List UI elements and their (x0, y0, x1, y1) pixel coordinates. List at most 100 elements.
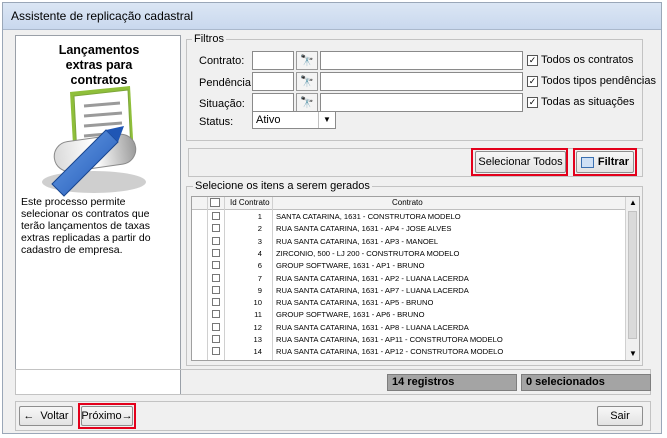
binoculars-icon: 🔭 (300, 55, 314, 67)
cell-id: 11 (254, 310, 262, 320)
filtrar-highlight (573, 148, 637, 176)
cell-id: 13 (253, 335, 262, 344)
table-row[interactable]: 7 RUA SANTA CATARINA, 1631 - AP2 - LUANA … (192, 272, 625, 284)
cell-id: 14 (253, 347, 262, 357)
assistant-window: Assistente de replicação cadastral Lança… (2, 2, 662, 434)
cell-id: 1 (257, 212, 262, 221)
cell-id: 9 (257, 285, 262, 295)
voltar-button-label: Voltar (40, 410, 69, 422)
row-checkbox[interactable] (212, 347, 220, 356)
cell-id: 3 (257, 236, 262, 246)
todos-pendencias-label: Todos tipos pendências (541, 75, 656, 87)
window-title: Assistente de replicação cadastral (11, 9, 194, 23)
voltar-button[interactable]: ← Voltar (19, 406, 73, 426)
row-checkbox[interactable] (212, 236, 220, 245)
todas-situacoes-label: Todas as situações (541, 96, 635, 108)
sair-button[interactable]: Sair (597, 406, 643, 426)
row-checkbox[interactable] (212, 212, 220, 220)
row-checkbox[interactable] (212, 285, 220, 294)
chevron-down-icon: ▼ (318, 112, 335, 128)
arrow-left-icon: ← (23, 410, 35, 422)
table-row[interactable]: 10 RUA SANTA CATARINA, 1631 - AP5 - BRUNO (192, 296, 625, 308)
items-group-label: Selecione os itens a serem gerados (193, 180, 372, 192)
cell-contrato: RUA SANTA CATARINA, 1631 - AP7 - LUANA L… (276, 285, 469, 295)
row-checkbox[interactable] (212, 359, 220, 360)
row-checkbox[interactable] (212, 248, 220, 257)
cell-contrato: GROUP SOFTWARE, 1631 - AP1 - BRUNO (276, 261, 425, 271)
cell-id: 12 (253, 322, 262, 332)
situacao-label: Situação: (199, 98, 245, 110)
contracts-grid[interactable]: Id Contrato Contrato 1 SANTA CATARINA, 16… (191, 196, 640, 361)
panel-description: Este processo permite selecionar os cont… (21, 196, 151, 256)
cell-id: 6 (257, 261, 262, 271)
column-header-id[interactable]: Id Contrato (230, 198, 270, 207)
scroll-thumb[interactable] (628, 211, 637, 339)
todas-situacoes-checkbox[interactable]: ✓ (527, 97, 538, 108)
binoculars-icon: 🔭 (300, 97, 314, 109)
pendencia-search-button[interactable]: 🔭 (296, 72, 318, 91)
contrato-desc-input[interactable] (320, 51, 523, 70)
left-info-panel: Lançamentos extras para contratos Este p… (15, 35, 181, 395)
cell-contrato: RUA SANTA CATARINA, 1631 - AP2 - LUANA L… (276, 273, 469, 283)
scroll-down-icon[interactable]: ▼ (626, 348, 639, 360)
cell-id: 7 (257, 273, 262, 283)
row-checkbox[interactable] (212, 298, 220, 307)
contrato-code-input[interactable] (252, 51, 294, 70)
todos-contratos-label: Todos os contratos (541, 54, 634, 66)
status-select[interactable]: Ativo ▼ (252, 111, 336, 129)
cell-id: 15 (226, 360, 262, 361)
scroll-up-icon[interactable]: ▲ (626, 197, 639, 209)
cell-contrato: SANTA CATARINA, 1631 - CONSTRUTORA MODEL… (276, 212, 461, 221)
selecionados-count: 0 selecionados (521, 374, 651, 391)
situacao-code-input[interactable] (252, 93, 294, 112)
cell-contrato: ZIRCONIO, 500 - LJ 200 - CONSTRUTORA MOD… (276, 248, 460, 258)
contrato-search-button[interactable]: 🔭 (296, 51, 318, 70)
grid-header: Id Contrato Contrato (192, 197, 625, 210)
table-row[interactable]: 12 RUA SANTA CATARINA, 1631 - AP8 - LUANA… (192, 321, 625, 333)
pendencia-desc-input[interactable] (320, 72, 523, 91)
title-bar: Assistente de replicação cadastral (3, 3, 661, 30)
table-row[interactable]: 9 RUA SANTA CATARINA, 1631 - AP7 - LUANA … (192, 284, 625, 296)
vertical-scrollbar[interactable]: ▲ ▼ (625, 197, 639, 360)
row-checkbox[interactable] (212, 261, 220, 270)
todos-contratos-checkbox[interactable]: ✓ (527, 55, 538, 66)
document-pen-icon (42, 86, 146, 197)
cell-contrato: RUA SANTA CATARINA, 1631 - AP3 - MANOEL (276, 236, 439, 246)
table-row[interactable]: 1 SANTA CATARINA, 1631 - CONSTRUTORA MODE… (192, 210, 625, 222)
filters-group-label: Filtros (192, 33, 226, 45)
table-row[interactable]: 6 GROUP SOFTWARE, 1631 - AP1 - BRUNO (192, 259, 625, 271)
situacao-desc-input[interactable] (320, 93, 523, 112)
row-checkbox[interactable] (212, 224, 220, 233)
row-checkbox[interactable] (212, 335, 220, 343)
proximo-highlight (78, 403, 136, 429)
table-row[interactable]: 15 RUA SANTA CATARINA, 1631 - AP13 - CONS… (192, 358, 625, 361)
table-row[interactable]: 3 RUA SANTA CATARINA, 1631 - AP3 - MANOEL (192, 235, 625, 247)
contrato-label: Contrato: (199, 55, 245, 67)
cell-contrato: RUA SANTA CATARINA, 1631 - AP13 - CONSTR… (276, 360, 503, 361)
selecionar-todos-highlight (471, 148, 568, 176)
select-all-checkbox[interactable] (210, 198, 220, 207)
cell-contrato: RUA SANTA CATARINA, 1631 - AP11 - CONSTR… (276, 335, 503, 344)
table-row[interactable]: 4 ZIRCONIO, 500 - LJ 200 - CONSTRUTORA MO… (192, 247, 625, 259)
cell-id: 4 (257, 248, 262, 258)
row-checkbox[interactable] (212, 273, 220, 282)
row-checkbox[interactable] (212, 322, 220, 331)
status-label: Status: (199, 116, 234, 128)
binoculars-icon: 🔭 (300, 76, 314, 88)
row-indicator-header (194, 198, 208, 208)
registros-count: 14 registros (387, 374, 517, 391)
todos-pendencias-checkbox[interactable]: ✓ (527, 76, 538, 87)
table-row[interactable]: 13 RUA SANTA CATARINA, 1631 - AP11 - CONS… (192, 333, 625, 345)
table-row[interactable]: 2 RUA SANTA CATARINA, 1631 - AP4 - JOSE A… (192, 222, 625, 234)
row-checkbox[interactable] (212, 310, 220, 319)
cell-contrato: GROUP SOFTWARE, 1631 - AP6 - BRUNO (276, 310, 425, 320)
cell-id: 2 (257, 224, 262, 234)
table-row[interactable]: 11 GROUP SOFTWARE, 1631 - AP6 - BRUNO (192, 308, 625, 320)
column-header-contrato[interactable]: Contrato (392, 198, 423, 207)
pendencia-code-input[interactable] (252, 72, 294, 91)
cell-contrato: RUA SANTA CATARINA, 1631 - AP4 - JOSE AL… (276, 224, 452, 234)
table-row[interactable]: 14 RUA SANTA CATARINA, 1631 - AP12 - CONS… (192, 345, 625, 357)
pendencia-label: Pendência: (199, 77, 255, 89)
cell-contrato: RUA SANTA CATARINA, 1631 - AP8 - LUANA L… (276, 322, 469, 332)
situacao-search-button[interactable]: 🔭 (296, 93, 318, 112)
